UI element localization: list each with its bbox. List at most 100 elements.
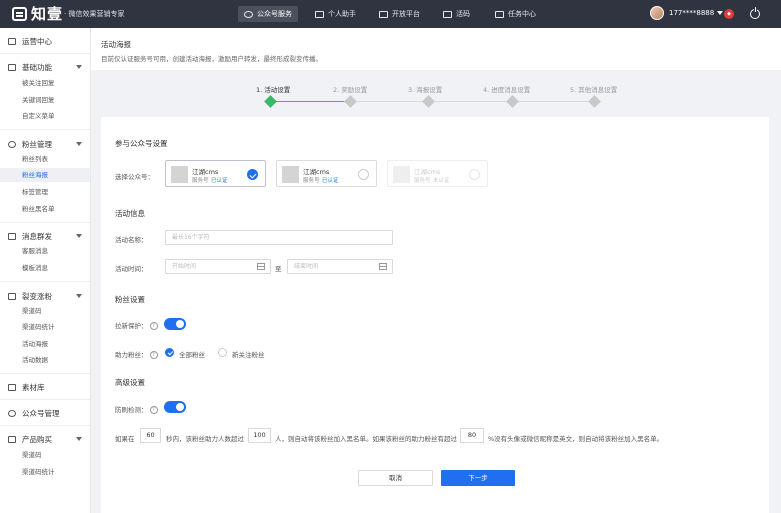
sidebar-item-follow-reply[interactable]: 被关注回复	[22, 79, 55, 88]
question-icon[interactable]: ?	[149, 351, 158, 359]
sidebar-group-fission[interactable]: 裂变涨粉	[8, 290, 52, 302]
sidebar-item-service-message[interactable]: 客服消息	[22, 247, 48, 256]
sidebar-item-keyword-reply[interactable]: 关键词回复	[22, 96, 55, 105]
rule-text-4: %没有头像或微信昵称是英文，则自动将该粉丝加入黑名单。	[488, 435, 664, 443]
chevron-down-icon[interactable]	[76, 234, 82, 238]
section-activity-title: 活动信息	[115, 209, 145, 218]
rule-text-2: 秒内，该粉丝助力人数超过	[166, 435, 244, 443]
step-1-marker	[264, 95, 277, 108]
calendar-icon	[379, 263, 387, 270]
chevron-down-icon[interactable]	[76, 437, 82, 441]
chart-icon	[8, 37, 16, 45]
account-card-3: 江湖cms 服务号 未认证	[387, 160, 488, 187]
step-3-marker	[422, 95, 435, 108]
section-fans-title: 粉丝设置	[115, 295, 145, 304]
account-card-1[interactable]: 江湖cms 服务号 已认证	[165, 160, 266, 187]
sidebar-item-template-message[interactable]: 模板消息	[22, 264, 48, 273]
briefcase-icon	[315, 10, 324, 18]
sidebar-item-custom-menu[interactable]: 自定义菜单	[22, 112, 55, 121]
anti-brush-toggle[interactable]	[164, 401, 186, 413]
topnav-task-center[interactable]: 任务中心	[489, 6, 542, 22]
step-2-label: 2. 奖励设置	[333, 86, 368, 94]
account-avatar	[282, 166, 299, 183]
divider	[0, 425, 90, 426]
divider	[0, 281, 90, 282]
help-count-input[interactable]: 100	[248, 428, 271, 443]
radio-circle-icon[interactable]	[358, 169, 369, 180]
percent-input[interactable]: 80	[460, 428, 484, 443]
section-advanced-title: 高级设置	[115, 378, 145, 387]
topnav-personal-assistant[interactable]: 个人助手	[309, 6, 362, 22]
grid-icon	[8, 63, 16, 71]
step-5-marker	[588, 95, 601, 108]
sidebar-item-fans-blacklist[interactable]: 粉丝黑名单	[22, 205, 55, 214]
activity-time-label: 活动时间：	[115, 265, 148, 273]
sidebar-item-channel-code[interactable]: 渠道码	[22, 307, 42, 316]
radio-all-fans-label[interactable]: 全部粉丝	[179, 349, 205, 359]
sidebar-item-fans-list[interactable]: 粉丝列表	[22, 155, 48, 164]
avatar[interactable]	[650, 6, 664, 20]
sidebar-item-tag-management[interactable]: 标签管理	[22, 188, 48, 197]
sidebar-group-purchase[interactable]: 产品购买	[8, 433, 52, 445]
share-icon	[8, 292, 16, 300]
sidebar-item-fans-poster[interactable]: 粉丝海报	[22, 171, 48, 180]
check-icon[interactable]	[247, 169, 258, 180]
step-4-marker	[506, 95, 519, 108]
chevron-down-icon	[717, 11, 724, 15]
topnav-open-platform[interactable]: 开放平台	[373, 6, 426, 22]
question-icon[interactable]: ?	[149, 406, 158, 414]
user-phone: 177****8888	[669, 9, 715, 17]
sidebar-group-material[interactable]: 素材库	[8, 381, 45, 393]
user-menu[interactable]: 177****8888	[650, 6, 724, 20]
step-connector	[275, 101, 345, 102]
seconds-input[interactable]: 60	[140, 428, 161, 443]
sidebar-group-fans[interactable]: 粉丝管理	[8, 138, 52, 150]
monitor-icon	[379, 10, 388, 18]
sidebar-group-basic[interactable]: 基础功能	[8, 61, 52, 73]
rule-text-3: 人，则自动将该粉丝加入黑名单。如果该粉丝的助力粉丝有超过	[275, 435, 457, 443]
account-avatar	[393, 166, 410, 183]
divider	[0, 373, 90, 374]
anti-brush-label: 防刷检测：?	[115, 404, 158, 414]
next-step-button[interactable]: 下一步	[441, 470, 515, 486]
logo-icon	[12, 7, 27, 21]
divider	[0, 53, 90, 54]
radio-circle-icon	[469, 169, 480, 180]
sidebar-group-account-management[interactable]: 公众号管理	[8, 407, 60, 419]
divider	[0, 222, 90, 223]
start-time-input[interactable]: 开始时间	[165, 259, 271, 274]
notification-icon[interactable]: ◆	[724, 9, 734, 19]
account-card-2[interactable]: 江湖cms 服务号 已认证	[276, 160, 377, 187]
account-avatar	[171, 166, 188, 183]
sidebar-item-channel-stats[interactable]: 渠道码统计	[22, 468, 55, 477]
chevron-down-icon[interactable]	[76, 294, 82, 298]
sidebar-item-activity-data[interactable]: 活动数据	[22, 356, 48, 365]
activity-name-label: 活动名称：	[115, 236, 148, 244]
sidebar-group-operations[interactable]: 运营中心	[8, 35, 52, 47]
cancel-button[interactable]: 取消	[358, 470, 433, 486]
step-connector	[433, 101, 507, 102]
radio-all-fans[interactable]	[165, 348, 174, 357]
activity-name-input[interactable]: 最长16个字符	[165, 230, 393, 245]
cart-icon	[8, 435, 16, 443]
radio-new-fans[interactable]	[218, 348, 227, 357]
question-icon[interactable]: ?	[149, 322, 158, 330]
power-icon[interactable]	[750, 7, 760, 19]
chevron-down-icon[interactable]	[76, 142, 82, 146]
sidebar-item-channel-code[interactable]: 渠道码	[22, 451, 42, 460]
topnav-live-code[interactable]: 活码	[437, 6, 476, 22]
sidebar-group-mass-message[interactable]: 消息群发	[8, 230, 52, 242]
sidebar-item-activity-poster[interactable]: 活动海报	[22, 340, 48, 349]
task-icon	[495, 10, 504, 18]
sidebar-item-channel-stats[interactable]: 渠道码统计	[22, 323, 55, 332]
end-time-input[interactable]: 结束时间	[287, 259, 393, 274]
date-range-separator: 至	[275, 265, 282, 273]
topnav-official-account[interactable]: 公众号服务	[238, 6, 298, 22]
radio-new-fans-label[interactable]: 新关注粉丝	[232, 349, 265, 359]
page-header	[91, 28, 781, 70]
page-description: 目前仅认证服务号可用，创建活动海报，激励用户转发，最终形成裂变传播。	[101, 55, 322, 63]
step-connector	[355, 101, 423, 102]
chevron-down-icon[interactable]	[76, 65, 82, 69]
protect-toggle[interactable]	[164, 318, 186, 330]
help-fans-label: 助力粉丝：?	[115, 349, 158, 359]
